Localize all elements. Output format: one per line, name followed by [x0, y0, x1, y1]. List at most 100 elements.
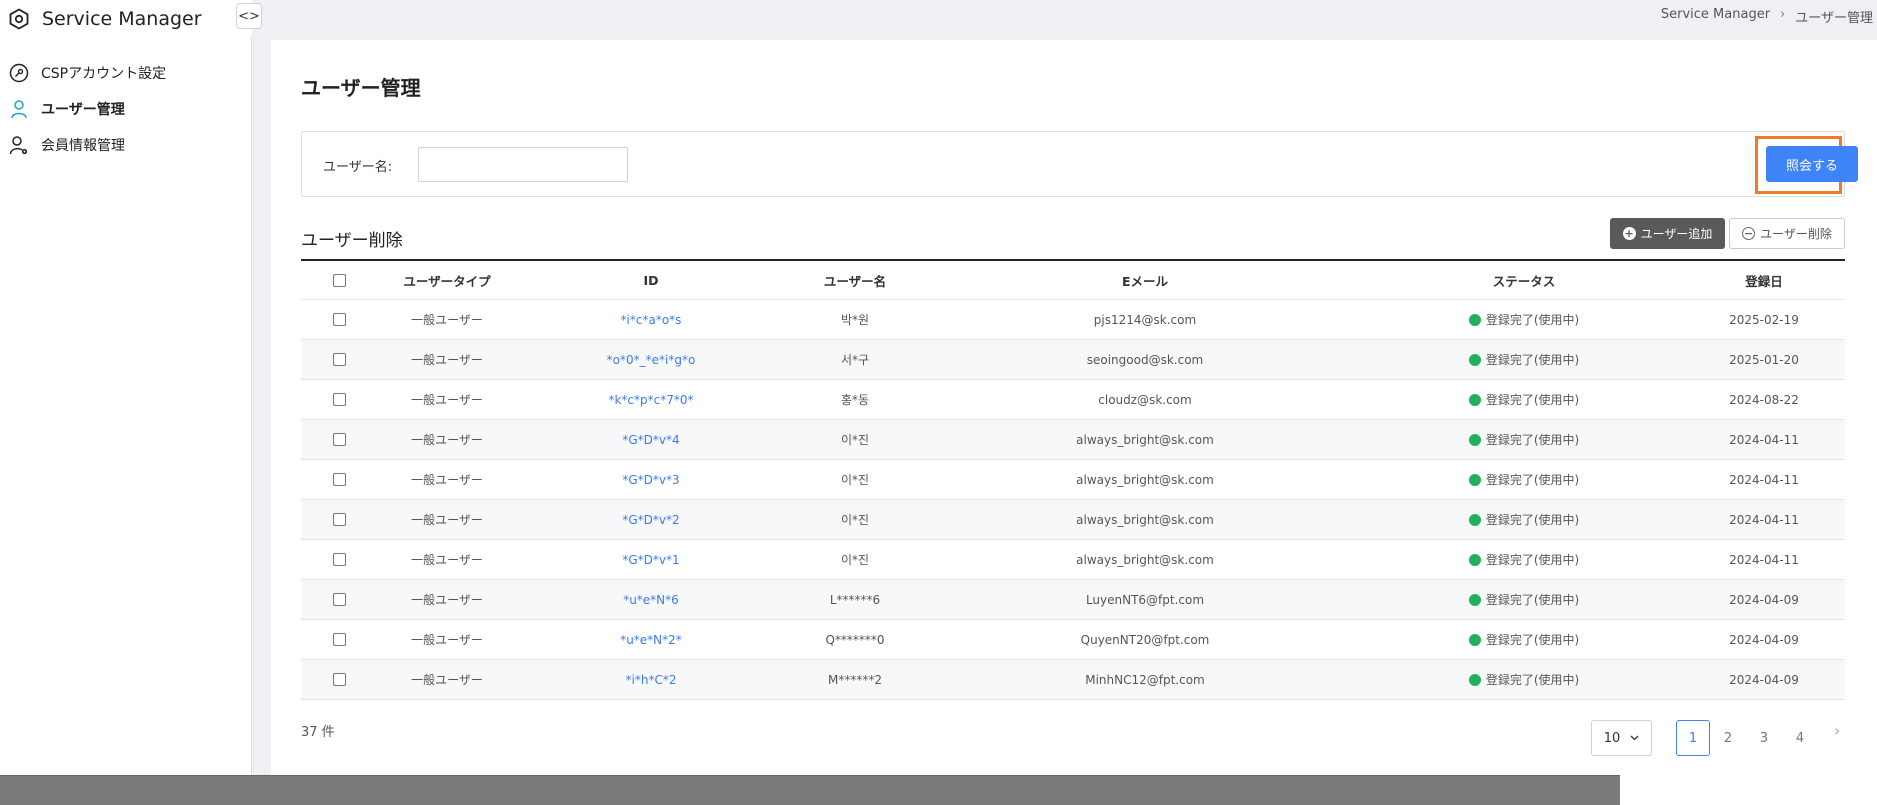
next-page-icon[interactable]: ›: [1834, 721, 1840, 740]
status-dot-icon: [1468, 393, 1481, 406]
table-row: 一般ユーザー *i*c*a*o*s 박*원 pjs1214@sk.com 登録完了(使用…: [301, 300, 1845, 340]
status-label: 登録完了(使用中): [1485, 513, 1580, 527]
header-email: Eメール: [1121, 273, 1169, 289]
add-user-button[interactable]: + ユーザー追加: [1610, 218, 1725, 249]
sidebar-item-user-management[interactable]: ユーザー管理: [8, 96, 125, 122]
page-size-value: 10: [1603, 730, 1621, 746]
breadcrumb: Service Manager › ユーザー管理: [1661, 7, 1873, 26]
brand: Service Manager: [0, 0, 252, 37]
cell-registered-date: 2024-04-09: [1729, 592, 1799, 607]
cell-user-type: 一般ユーザー: [411, 633, 483, 647]
table-row: 一般ユーザー *u*e*N*2* Q*******0 QuyenNT20@fpt.co…: [301, 620, 1845, 660]
user-id-link[interactable]: *u*e*N*6: [623, 593, 679, 607]
cell-username: 이*진: [840, 513, 870, 527]
plus-circle-icon: +: [1622, 227, 1636, 240]
cell-username: 박*원: [840, 313, 870, 327]
main-content: ユーザー管理 ユーザー名: 照会する ユーザー削除 + ユーザー追加 − ユーザ…: [271, 40, 1877, 775]
row-checkbox-cell: [301, 553, 377, 566]
cell-registered-date: 2024-08-22: [1729, 392, 1799, 407]
row-checkbox[interactable]: [332, 473, 346, 486]
cell-registered-date: 2024-04-11: [1729, 472, 1799, 487]
table-row: 一般ユーザー *G*D*v*4 이*진 always_bright@sk.com 登録完…: [301, 420, 1845, 460]
sidebar-item-label: CSPアカウント設定: [41, 66, 167, 82]
row-checkbox[interactable]: [332, 593, 346, 606]
table-row: 一般ユーザー *u*e*N*6 L******6 LuyenNT6@fpt.com 登録…: [301, 580, 1845, 620]
status-label: 登録完了(使用中): [1485, 313, 1580, 327]
cell-email: always_bright@sk.com: [1076, 432, 1214, 447]
row-checkbox-cell: [301, 593, 377, 606]
row-checkbox[interactable]: [332, 633, 346, 646]
page-button-3[interactable]: 3: [1747, 720, 1781, 756]
user-id-link[interactable]: *G*D*v*4: [622, 433, 679, 447]
user-id-link[interactable]: *G*D*v*2: [622, 513, 679, 527]
cell-user-type: 一般ユーザー: [411, 473, 483, 487]
username-input[interactable]: [418, 147, 628, 182]
table-row: 一般ユーザー *G*D*v*2 이*진 always_bright@sk.com 登録完…: [301, 500, 1845, 540]
user-icon: [8, 98, 30, 120]
user-id-link[interactable]: *o*0*_*e*i*g*o: [607, 353, 696, 367]
table-row: 一般ユーザー *k*c*p*c*7*0* 홍*동 cloudz@sk.com 登録完了(…: [301, 380, 1845, 420]
sidebar-item-member-info[interactable]: 会員情報管理: [8, 132, 125, 158]
cell-id: *G*D*v*1: [517, 553, 785, 567]
row-checkbox[interactable]: [332, 553, 346, 566]
user-gear-icon: [8, 134, 30, 156]
cell-email: always_bright@sk.com: [1076, 552, 1214, 567]
row-checkbox[interactable]: [332, 513, 346, 526]
cell-user-type: 一般ユーザー: [411, 313, 483, 327]
header-id: ID: [643, 272, 659, 288]
user-id-link[interactable]: *G*D*v*1: [622, 553, 679, 567]
row-checkbox[interactable]: [332, 673, 346, 686]
page-button-1[interactable]: 1: [1676, 720, 1710, 756]
status-dot-icon: [1468, 313, 1481, 326]
delete-user-button[interactable]: − ユーザー削除: [1729, 218, 1845, 249]
user-id-link[interactable]: *i*h*C*2: [626, 673, 677, 687]
cell-status: 登録完了(使用中): [1365, 631, 1683, 648]
cell-email: cloudz@sk.com: [1098, 392, 1192, 407]
user-table: ユーザータイプ ID ユーザー名 Eメール ステータス 登録日 一般ユーザー *i…: [301, 259, 1845, 700]
code-chevrons-icon: <>: [238, 8, 260, 24]
cell-user-type: 一般ユーザー: [411, 673, 483, 687]
page-button-4[interactable]: 4: [1783, 720, 1817, 756]
row-checkbox[interactable]: [332, 393, 346, 406]
row-checkbox-cell: [301, 633, 377, 646]
cell-email: MinhNC12@fpt.com: [1085, 672, 1205, 687]
sidebar-collapse-button[interactable]: <>: [236, 3, 262, 29]
username-label: ユーザー名:: [323, 160, 393, 175]
status-label: 登録完了(使用中): [1485, 473, 1580, 487]
top-bar: Service Manager <> Service Manager › ユーザ…: [0, 0, 1877, 37]
row-checkbox[interactable]: [332, 433, 346, 446]
status-dot-icon: [1468, 673, 1481, 686]
row-checkbox[interactable]: [332, 353, 346, 366]
cell-user-type: 一般ユーザー: [411, 593, 483, 607]
header-user-type: ユーザータイプ: [403, 273, 491, 289]
header-status: ステータス: [1492, 273, 1556, 289]
status-label: 登録完了(使用中): [1485, 553, 1580, 567]
cell-id: *i*c*a*o*s: [517, 313, 785, 327]
breadcrumb-root[interactable]: Service Manager: [1661, 7, 1770, 26]
cell-id: *G*D*v*4: [517, 433, 785, 447]
sidebar-item-csp-account[interactable]: CSPアカウント設定: [8, 60, 166, 86]
query-button[interactable]: 照会する: [1766, 146, 1858, 182]
bottom-overlay-bar: [0, 775, 1620, 805]
page-button-2[interactable]: 2: [1711, 720, 1745, 756]
add-user-label: ユーザー追加: [1640, 227, 1713, 241]
status-label: 登録完了(使用中): [1485, 673, 1580, 687]
cell-status: 登録完了(使用中): [1365, 391, 1683, 408]
row-checkbox-cell: [301, 673, 377, 686]
cell-email: seoingood@sk.com: [1086, 352, 1204, 367]
user-id-link[interactable]: *u*e*N*2*: [620, 633, 682, 647]
cell-status: 登録完了(使用中): [1365, 511, 1683, 528]
page-size-select[interactable]: 10: [1591, 720, 1652, 756]
key-circle-icon: [8, 62, 30, 84]
cell-user-type: 一般ユーザー: [411, 353, 483, 367]
user-id-link[interactable]: *G*D*v*3: [622, 473, 679, 487]
user-id-link[interactable]: *i*c*a*o*s: [621, 313, 682, 327]
cell-registered-date: 2025-01-20: [1729, 352, 1799, 367]
cell-registered-date: 2024-04-11: [1729, 432, 1799, 447]
row-checkbox[interactable]: [332, 313, 346, 326]
user-id-link[interactable]: *k*c*p*c*7*0*: [608, 393, 693, 407]
header-username: ユーザー名: [823, 273, 887, 289]
select-all-checkbox[interactable]: [332, 273, 346, 287]
cell-username: 이*진: [840, 553, 870, 567]
cell-registered-date: 2025-02-19: [1729, 312, 1799, 327]
